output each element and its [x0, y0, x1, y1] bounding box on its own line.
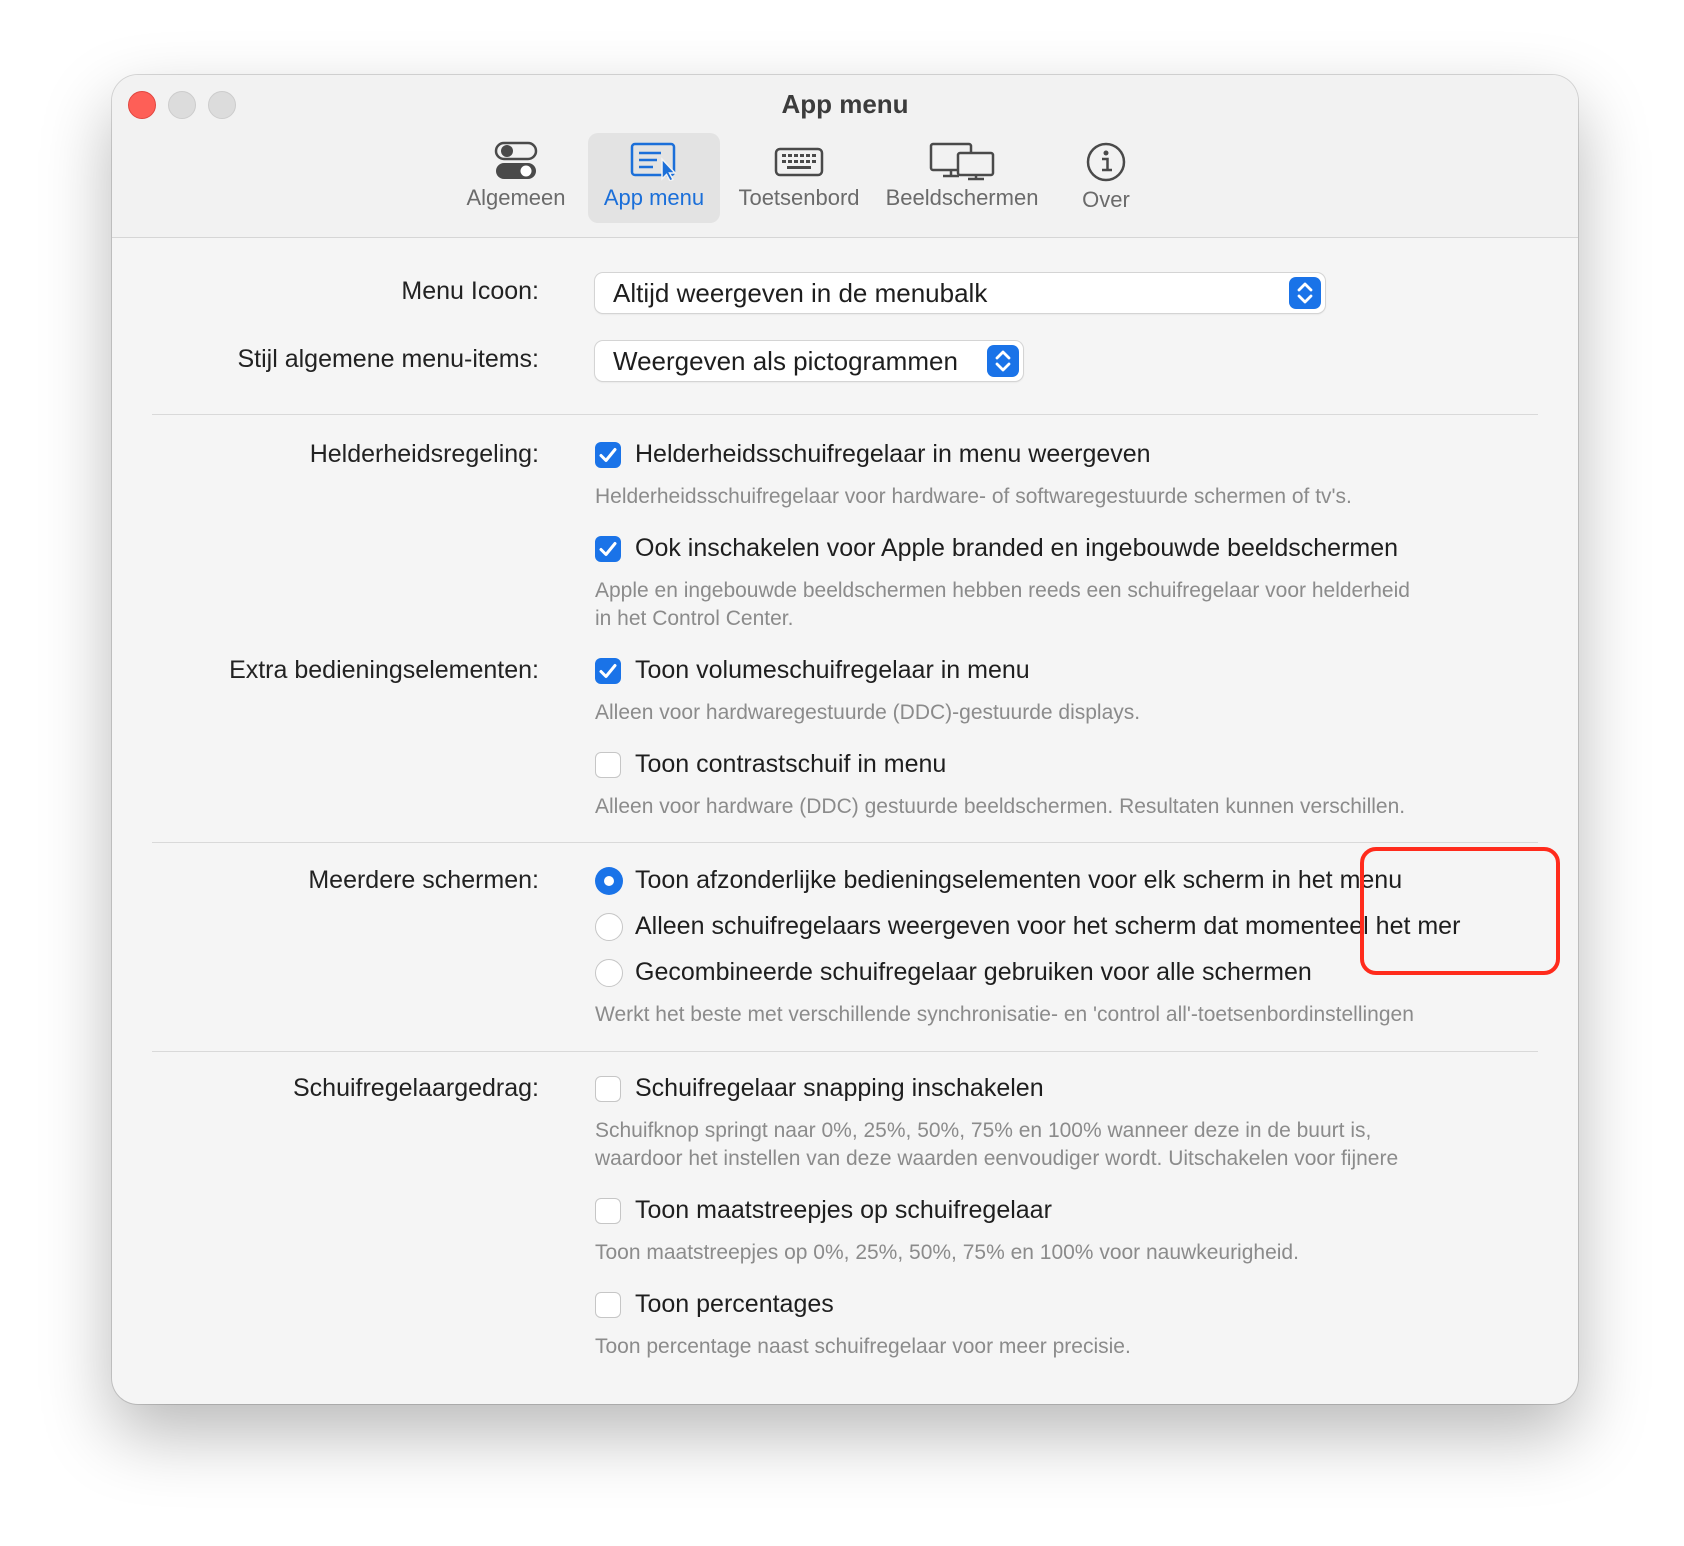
tab-label: Beeldschermen: [885, 185, 1039, 210]
tab-label: App menu: [603, 185, 705, 210]
tab-label: Algemeen: [466, 185, 566, 210]
apple-displays-text: Ook inschakelen voor Apple branded en in…: [635, 534, 1399, 562]
tab-label: Over: [1082, 187, 1130, 212]
brightness-label: Helderheidsregeling:: [309, 440, 539, 468]
tab-beeldschermen[interactable]: Beeldschermen: [878, 133, 1046, 223]
window-title: App menu: [781, 89, 909, 119]
multi-option-separate-text: Toon afzonderlijke bedieningselementen v…: [635, 866, 1403, 894]
contrast-slider-help: Alleen voor hardware (DDC) gestuurde bee…: [595, 795, 1406, 818]
multi-option-current-radio[interactable]: [595, 913, 623, 941]
apple-displays-help-line2: in het Control Center.: [595, 607, 794, 630]
divider: [152, 842, 1538, 843]
app-menu-icon: [630, 142, 677, 181]
apple-displays-checkbox[interactable]: [595, 536, 621, 562]
tab-over[interactable]: Over: [1056, 133, 1156, 223]
checkmark-icon: [599, 448, 617, 462]
item-style-select-value: Weergeven als pictogrammen: [613, 346, 958, 376]
volume-slider-text: Toon volumeschuifregelaar in menu: [635, 656, 1030, 684]
snapping-text: Schuifregelaar snapping inschakelen: [635, 1074, 1044, 1102]
toolbar: App menu Algemeen App menu Toetsenbord B…: [112, 75, 1578, 238]
tab-label: Toetsenbord: [738, 185, 860, 210]
contrast-slider-text: Toon contrastschuif in menu: [635, 750, 947, 778]
toggles-icon: [494, 141, 538, 179]
displays-icon: [929, 142, 995, 181]
menu-icon-select[interactable]: Altijd weergeven in de menubalk: [595, 273, 1325, 313]
volume-slider-checkbox[interactable]: [595, 658, 621, 684]
divider: [152, 414, 1538, 415]
info-icon: [1086, 142, 1126, 182]
checkmark-icon: [599, 664, 617, 678]
apple-displays-help-line1: Apple en ingebouwde beeldschermen hebben…: [595, 579, 1410, 602]
tab-algemeen[interactable]: Algemeen: [458, 133, 574, 223]
percentages-help: Toon percentage naast schuifregelaar voo…: [595, 1335, 1131, 1358]
item-style-label: Stijl algemene menu-items:: [237, 345, 539, 373]
item-style-select[interactable]: Weergeven als pictogrammen: [595, 341, 1023, 381]
tick-marks-help: Toon maatstreepjes op 0%, 25%, 50%, 75% …: [595, 1241, 1299, 1264]
menu-icon-label: Menu Icoon:: [401, 277, 539, 305]
chevron-up-down-icon: [987, 345, 1019, 377]
brightness-slider-help: Helderheidsschuifregelaar voor hardware-…: [595, 485, 1352, 508]
slider-behavior-label: Schuifregelaargedrag:: [293, 1074, 539, 1102]
checkmark-icon: [599, 542, 617, 556]
contrast-slider-checkbox[interactable]: [595, 752, 621, 778]
multi-option-separate-radio[interactable]: [595, 867, 623, 895]
snapping-help-line1: Schuifknop springt naar 0%, 25%, 50%, 75…: [595, 1119, 1372, 1142]
percentages-checkbox[interactable]: [595, 1292, 621, 1318]
highlight-annotation: [1360, 847, 1560, 975]
multi-option-combined-radio[interactable]: [595, 959, 623, 987]
brightness-slider-text: Helderheidsschuifregelaar in menu weerge…: [635, 440, 1151, 468]
percentages-text: Toon percentages: [635, 1290, 834, 1318]
multi-screens-help: Werkt het beste met verschillende synchr…: [595, 1003, 1414, 1026]
menu-icon-select-value: Altijd weergeven in de menubalk: [613, 278, 988, 308]
multi-screens-label: Meerdere schermen:: [308, 866, 539, 894]
keyboard-icon: [774, 147, 824, 177]
snapping-help-line2: waardoor het instellen van deze waarden …: [595, 1147, 1399, 1170]
preferences-window: App menu Algemeen App menu Toetsenbord B…: [112, 75, 1578, 1404]
brightness-slider-checkbox[interactable]: [595, 442, 621, 468]
snapping-checkbox[interactable]: [595, 1076, 621, 1102]
tick-marks-checkbox[interactable]: [595, 1198, 621, 1224]
extra-controls-label: Extra bedieningselementen:: [229, 656, 539, 684]
multi-option-combined-text: Gecombineerde schuifregelaar gebruiken v…: [635, 958, 1312, 986]
divider: [152, 1051, 1538, 1052]
chevron-up-down-icon: [1289, 277, 1321, 309]
multi-option-current-text: Alleen schuifregelaars weergeven voor he…: [635, 912, 1461, 940]
tick-marks-text: Toon maatstreepjes op schuifregelaar: [635, 1196, 1052, 1224]
tab-app-menu[interactable]: App menu: [588, 133, 720, 223]
tab-toetsenbord[interactable]: Toetsenbord: [730, 133, 868, 223]
volume-slider-help: Alleen voor hardwaregestuurde (DDC)-gest…: [595, 701, 1141, 724]
